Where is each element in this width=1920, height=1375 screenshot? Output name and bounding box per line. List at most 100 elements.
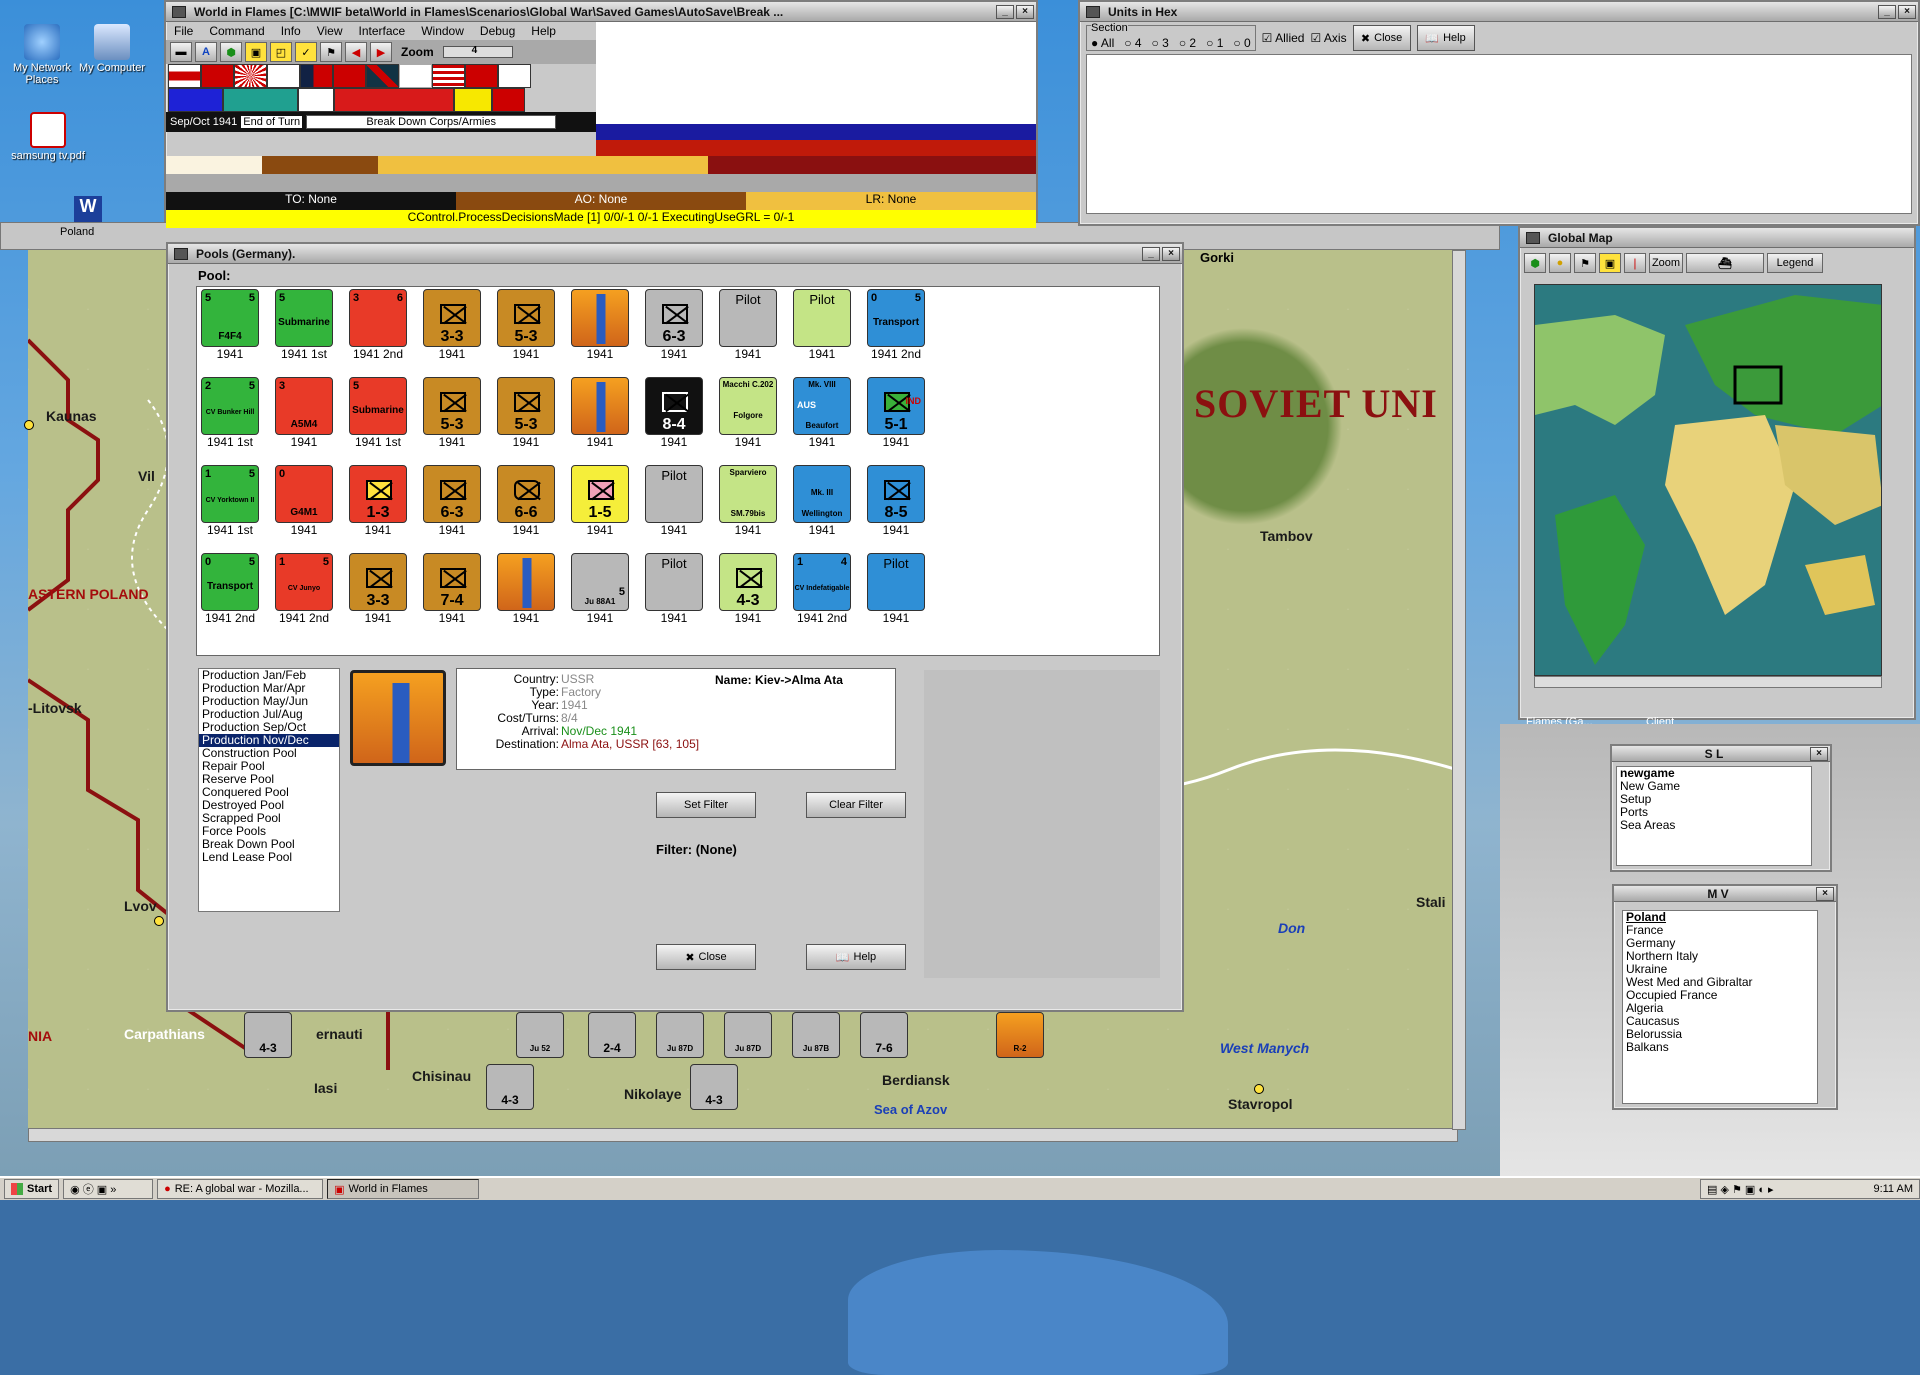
font-a-icon[interactable]: A — [195, 42, 217, 62]
pools-help-button[interactable]: 📖 Help — [806, 944, 906, 970]
pool-unit[interactable]: Sparviero SM.79bis — [719, 465, 777, 523]
map-vertical-scrollbar[interactable] — [1452, 250, 1466, 1130]
quick-launch[interactable]: ◉ ⓔ ▣ » — [63, 1179, 154, 1199]
radio-1[interactable]: ○ 1 — [1206, 36, 1223, 50]
clear-filter-button[interactable]: Clear Filter — [806, 792, 906, 818]
train-icon[interactable]: ▬ — [170, 42, 192, 62]
red-flag-icon[interactable] — [333, 64, 366, 88]
pool-unit[interactable]: 3-3 — [423, 289, 481, 347]
map-unit[interactable]: Ju 52 — [516, 1012, 564, 1058]
pool-unit[interactable]: 0 5 Transport — [201, 553, 259, 611]
radio-2[interactable]: ○ 2 — [1179, 36, 1196, 50]
close-button[interactable]: × — [1162, 246, 1180, 261]
pool-type-list[interactable]: Production Jan/Feb Production Mar/Apr Pr… — [198, 668, 340, 912]
pool-unit[interactable]: 3-3 — [349, 553, 407, 611]
pool-unit[interactable]: 1-5 — [571, 465, 629, 523]
task-world-in-flames[interactable]: ▣ World in Flames — [327, 1179, 480, 1199]
pool-unit[interactable]: 3 A5M4 — [275, 377, 333, 435]
radio-3[interactable]: ○ 3 — [1152, 36, 1169, 50]
pool-unit[interactable]: 4-3 — [719, 553, 777, 611]
hex-icon[interactable]: ⬢ — [1524, 253, 1546, 273]
menu-window[interactable]: Window — [413, 24, 472, 38]
close-button[interactable]: × — [1810, 746, 1828, 761]
minimize-button[interactable]: _ — [996, 4, 1014, 19]
menu-view[interactable]: View — [309, 24, 351, 38]
pool-unit[interactable]: 5 Submarine — [349, 377, 407, 435]
map-horizontal-scrollbar[interactable] — [28, 1128, 1458, 1142]
zoom-slider[interactable]: 4 — [442, 45, 513, 58]
sun-icon[interactable]: ● — [1549, 253, 1571, 273]
map-unit[interactable]: Ju 87D — [724, 1012, 772, 1058]
pool-unit[interactable]: 6-3 — [423, 465, 481, 523]
pool-unit[interactable]: 5 Ju 88A1 — [571, 553, 629, 611]
desktop-icon-computer[interactable]: My Computer — [74, 24, 150, 74]
pool-unit[interactable]: 5 5 F4F4 — [201, 289, 259, 347]
menu-debug[interactable]: Debug — [472, 24, 523, 38]
swiss-flag-icon[interactable] — [201, 64, 234, 88]
pool-unit[interactable]: 1 5 CV Junyo — [275, 553, 333, 611]
flag-icon[interactable]: ⚑ — [1574, 253, 1596, 273]
desktop-icon-pdf[interactable]: samsung tv.pdf — [10, 112, 86, 162]
start-button[interactable]: Start — [4, 1179, 60, 1199]
pool-unit-factory[interactable] — [571, 377, 629, 435]
arrow-left-icon[interactable]: ◀ — [345, 42, 367, 62]
map-unit[interactable]: 4-3 — [244, 1012, 292, 1058]
usa-flag-icon[interactable] — [432, 64, 465, 88]
pool-unit[interactable]: 6-3 — [645, 289, 703, 347]
radio-4[interactable]: ○ 4 — [1124, 36, 1141, 50]
pool-unit[interactable]: 5-3 — [497, 377, 555, 435]
minimize-button[interactable]: _ — [1142, 246, 1160, 261]
france-flag-icon[interactable] — [399, 64, 432, 88]
pool-unit-pilot[interactable]: Pilot — [645, 465, 703, 523]
ussr-flag-icon[interactable] — [465, 64, 498, 88]
menu-command[interactable]: Command — [201, 24, 272, 38]
allied-checkbox[interactable]: ☑ Allied — [1262, 31, 1305, 45]
unit-icon[interactable]: ▣ — [1599, 253, 1621, 273]
axis-checkbox[interactable]: ☑ Axis — [1310, 31, 1346, 45]
pool-unit[interactable]: 5-3 — [423, 377, 481, 435]
pool-unit[interactable]: 36 — [349, 289, 407, 347]
pool-unit-pilot[interactable]: Pilot — [793, 289, 851, 347]
pool-unit[interactable]: 2 5 CV Bunker Hill — [201, 377, 259, 435]
italy-flag-icon[interactable] — [267, 64, 300, 88]
pool-unit[interactable]: 8-5 — [867, 465, 925, 523]
pool-unit[interactable]: Mk. III Wellington — [793, 465, 851, 523]
close-button[interactable]: × — [1016, 4, 1034, 19]
arrow-right-icon[interactable]: ▶ — [370, 42, 392, 62]
menu-help[interactable]: Help — [523, 24, 564, 38]
pool-unit[interactable]: 1-3 — [349, 465, 407, 523]
minimap-scrollbar[interactable] — [1534, 676, 1882, 688]
units-close-button[interactable]: ✖ Close — [1352, 25, 1411, 51]
mv-list[interactable]: Poland France Germany Northern Italy Ukr… — [1622, 910, 1818, 1104]
legend-button[interactable]: Legend — [1767, 253, 1823, 273]
close-button[interactable]: × — [1898, 4, 1916, 19]
blue-flag-icon[interactable] — [168, 88, 223, 112]
pool-unit[interactable]: 5 Submarine — [275, 289, 333, 347]
map-unit[interactable]: 7-6 — [860, 1012, 908, 1058]
map-unit[interactable]: 4-3 — [486, 1064, 534, 1110]
minimize-button[interactable]: _ — [1878, 4, 1896, 19]
menu-info[interactable]: Info — [273, 24, 309, 38]
poland-tab[interactable]: Poland — [0, 224, 100, 242]
mv-item[interactable]: Balkans — [1623, 1041, 1817, 1054]
set-filter-button[interactable]: Set Filter — [656, 792, 756, 818]
germany-flag-icon[interactable] — [168, 64, 201, 88]
thermometer-icon[interactable]: ❘ — [1624, 253, 1646, 273]
map-unit[interactable]: 4-3 — [690, 1064, 738, 1110]
pool-unit[interactable]: IND 5-1 — [867, 377, 925, 435]
pool-unit-pilot[interactable]: Pilot — [645, 553, 703, 611]
map-unit[interactable]: Ju 87D — [656, 1012, 704, 1058]
word-icon[interactable]: W — [74, 196, 102, 222]
pool-unit[interactable]: 1 5 CV Yorktown II — [201, 465, 259, 523]
pool-unit[interactable]: 7-4 — [423, 553, 481, 611]
white-flag-icon[interactable] — [298, 88, 334, 112]
teal-flag-icon[interactable] — [223, 88, 298, 112]
unit-stack-icon[interactable]: ▣ — [245, 42, 267, 62]
radio-all[interactable]: ● All — [1091, 36, 1114, 50]
sl-item[interactable]: Sea Areas — [1617, 819, 1811, 832]
pool-unit[interactable]: 0 G4M1 — [275, 465, 333, 523]
units-list-area[interactable] — [1086, 54, 1912, 214]
world-minimap[interactable] — [1534, 284, 1882, 676]
uk-flag-icon[interactable] — [366, 64, 399, 88]
pool-unit-pilot[interactable]: Pilot — [719, 289, 777, 347]
